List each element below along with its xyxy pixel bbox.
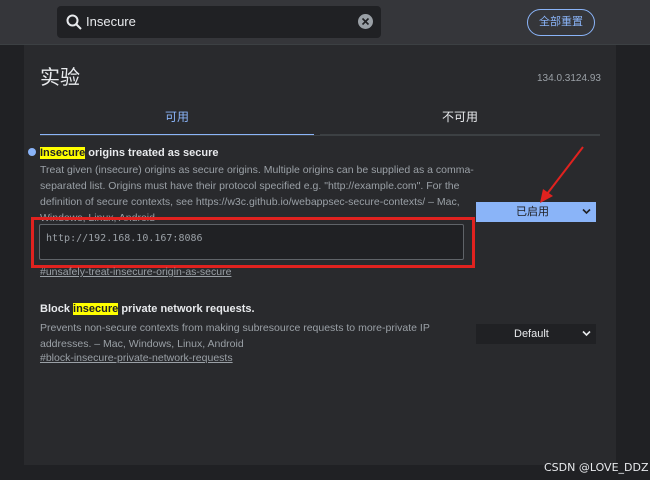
experiment-title-text: Block [40,303,74,315]
experiment-select-default[interactable]: Default [476,324,596,344]
description-line: Prevents non-secure contexts from making… [40,322,430,334]
experiment-title-block-insecure-private: Block insecure private network requests. [40,303,255,315]
description-line: addresses. – Mac, Windows, Linux, Androi… [40,338,244,350]
watermark: CSDN @LOVE_DDZ [544,461,649,474]
experiment-description: Prevents non-secure contexts from making… [40,320,470,352]
select-value: Default [514,328,549,340]
search-highlight: insecure [73,303,119,315]
chevron-down-icon [582,330,591,337]
annotation-arrow [540,146,584,203]
experiment-link-block-insecure[interactable]: #block-insecure-private-network-requests [40,352,233,364]
experiment-title-text: private network requests. [118,303,255,315]
